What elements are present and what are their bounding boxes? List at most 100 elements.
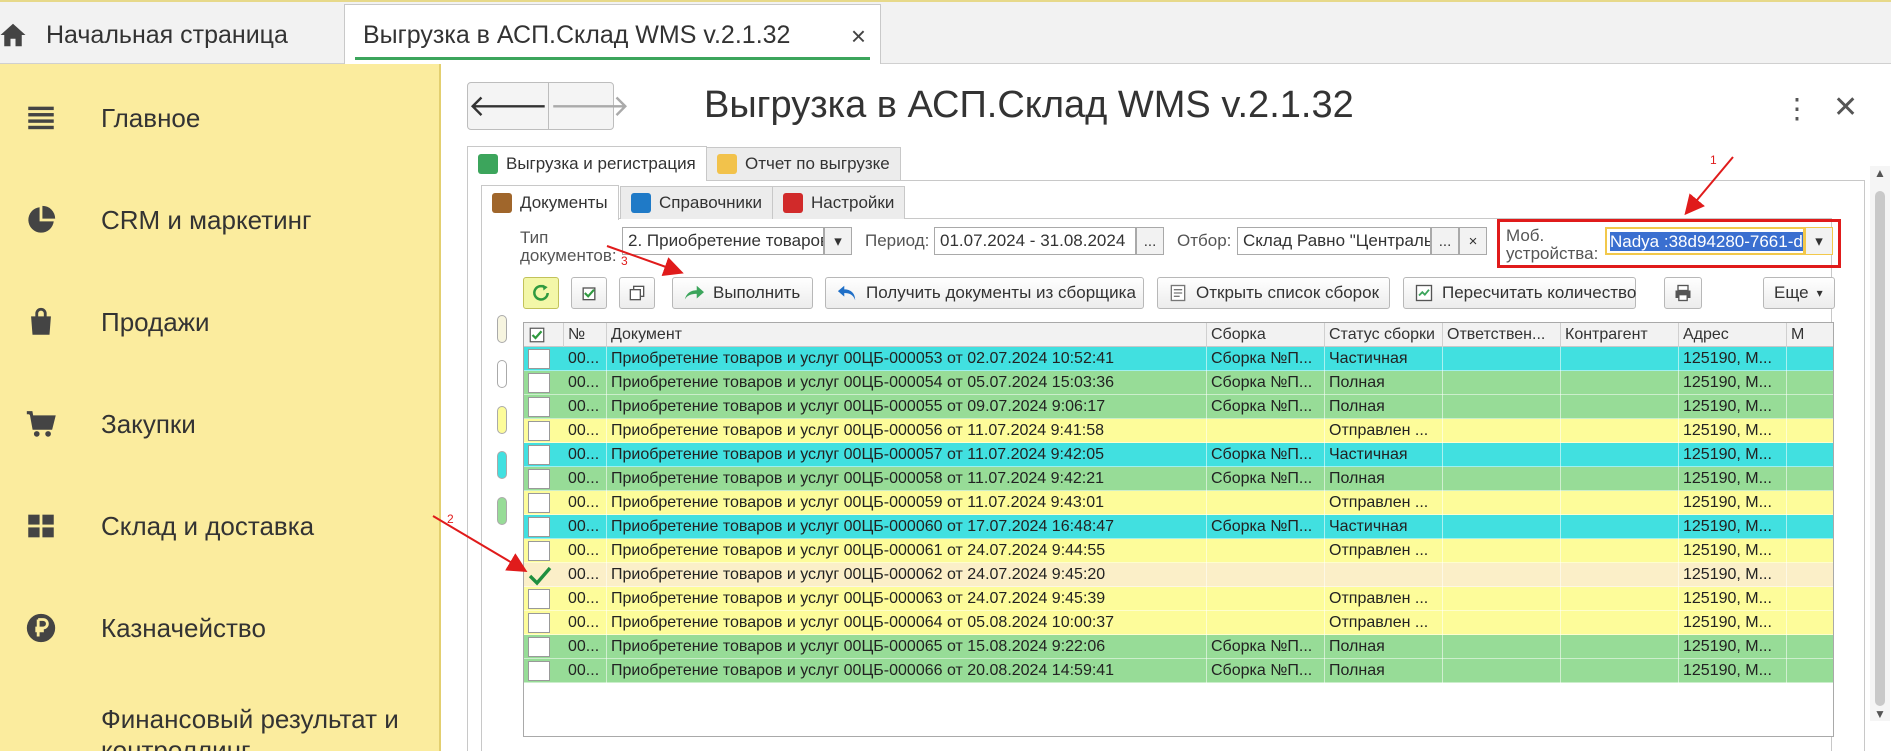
- tab-references[interactable]: Справочники: [620, 186, 773, 219]
- more-menu-icon[interactable]: ⋮: [1783, 92, 1811, 125]
- table-row[interactable]: 00... Приобретение товаров и услуг 00ЦБ-0…: [524, 443, 1833, 467]
- header-counterparty[interactable]: Контрагент: [1561, 323, 1679, 347]
- open-assembly-list-button[interactable]: Открыть список сборок: [1157, 277, 1390, 309]
- recalculate-button[interactable]: Пересчитать количество: [1403, 277, 1636, 309]
- sidebar-item-sales[interactable]: Продажи: [0, 292, 439, 352]
- tab-documents[interactable]: Документы: [481, 185, 619, 220]
- row-checkbox[interactable]: [528, 541, 550, 561]
- print-button[interactable]: [1664, 277, 1702, 309]
- cell-doc: Приобретение товаров и услуг 00ЦБ-000066…: [607, 659, 1207, 683]
- tab-home[interactable]: Начальная страница: [0, 4, 344, 66]
- doc-type-label: Тип документов:: [520, 228, 617, 265]
- cell-num: 00...: [564, 635, 607, 659]
- period-select-button[interactable]: ...: [1136, 227, 1164, 255]
- row-checkbox[interactable]: [528, 397, 550, 417]
- table-row[interactable]: 00... Приобретение товаров и услуг 00ЦБ-0…: [524, 635, 1833, 659]
- table-row[interactable]: 00... Приобретение товаров и услуг 00ЦБ-0…: [524, 395, 1833, 419]
- window-title: Выгрузка в АСП.Склад WMS v.2.1.32: [704, 84, 1354, 126]
- check-all-button[interactable]: [571, 277, 607, 309]
- selection-value: Склад Равно "Центральный": [1243, 231, 1431, 250]
- table-row[interactable]: 00... Приобретение товаров и услуг 00ЦБ-0…: [524, 539, 1833, 563]
- get-documents-button[interactable]: Получить документы из сборщика: [825, 277, 1144, 309]
- row-checkbox[interactable]: [528, 517, 550, 537]
- row-checkbox[interactable]: [528, 613, 550, 633]
- close-window-icon[interactable]: ✕: [1833, 90, 1858, 125]
- sidebar-item-crm[interactable]: CRM и маркетинг: [0, 190, 439, 250]
- header-assembly-status[interactable]: Статус сборки: [1325, 323, 1443, 347]
- row-checkbox[interactable]: [528, 589, 550, 609]
- header-document[interactable]: Документ: [607, 323, 1207, 347]
- tab-export-registration[interactable]: Выгрузка и регистрация: [467, 146, 707, 181]
- refresh-button[interactable]: [523, 277, 559, 309]
- header-checkbox[interactable]: [524, 323, 564, 347]
- table-row[interactable]: 00... Приобретение товаров и услуг 00ЦБ-0…: [524, 347, 1833, 371]
- tab-close-icon[interactable]: ×: [851, 21, 866, 52]
- doc-type-select[interactable]: 2. Приобретение товаров: [622, 227, 824, 255]
- cell-assembly: Сборка №П...: [1207, 467, 1325, 491]
- table-row[interactable]: 00... Приобретение товаров и услуг 00ЦБ-0…: [524, 611, 1833, 635]
- scroll-thumb[interactable]: [1875, 191, 1885, 706]
- header-assembly[interactable]: Сборка: [1207, 323, 1325, 347]
- cell-address: 125190, М...: [1679, 371, 1787, 395]
- table-row[interactable]: 00... Приобретение товаров и услуг 00ЦБ-0…: [524, 371, 1833, 395]
- header-responsible[interactable]: Ответствен...: [1443, 323, 1561, 347]
- ellipsis-icon: ...: [1438, 232, 1452, 250]
- cell-status: Частичная: [1325, 515, 1443, 539]
- table-row[interactable]: 00... Приобретение товаров и услуг 00ЦБ-0…: [524, 467, 1833, 491]
- cell-responsible: [1443, 659, 1561, 683]
- doc-type-dropdown[interactable]: ▾: [824, 227, 852, 255]
- arrow-right-icon: 🡒: [549, 90, 630, 123]
- device-dropdown[interactable]: ▾: [1805, 227, 1833, 255]
- row-checkbox[interactable]: [528, 637, 550, 657]
- row-checkbox[interactable]: [528, 565, 552, 586]
- device-input[interactable]: Nadya :38d94280-7661-d8: [1605, 227, 1805, 255]
- printer-icon: [1675, 284, 1691, 302]
- sidebar-item-purchases[interactable]: Закупки: [0, 394, 439, 454]
- header-number[interactable]: №: [564, 323, 607, 347]
- row-checkbox[interactable]: [528, 349, 550, 369]
- tab-settings[interactable]: Настройки: [772, 186, 906, 219]
- row-checkbox[interactable]: [528, 493, 550, 513]
- cell-num: 00...: [564, 467, 607, 491]
- selection-input[interactable]: Склад Равно "Центральный": [1237, 227, 1431, 255]
- execute-button[interactable]: Выполнить: [672, 277, 813, 309]
- shopping-bag-icon: [31, 307, 51, 335]
- sidebar-item-main[interactable]: Главное: [0, 88, 439, 148]
- table-row[interactable]: 00... Приобретение товаров и услуг 00ЦБ-0…: [524, 659, 1833, 683]
- table-row[interactable]: 00... Приобретение товаров и услуг 00ЦБ-0…: [524, 491, 1833, 515]
- forward-button[interactable]: 🡒: [548, 83, 630, 129]
- row-checkbox[interactable]: [528, 469, 550, 489]
- period-input[interactable]: 01.07.2024 - 31.08.2024: [934, 227, 1136, 255]
- row-checkbox[interactable]: [528, 373, 550, 393]
- row-checkbox[interactable]: [528, 661, 550, 681]
- scroll-up-icon[interactable]: ▲: [1874, 166, 1886, 180]
- sidebar-item-warehouse[interactable]: Склад и доставка: [0, 496, 439, 556]
- header-address[interactable]: Адрес: [1679, 323, 1787, 347]
- table-row[interactable]: 00... Приобретение товаров и услуг 00ЦБ-0…: [524, 419, 1833, 443]
- cell-m: [1787, 587, 1833, 611]
- cell-m: [1787, 371, 1833, 395]
- cell-counterparty: [1561, 371, 1679, 395]
- cell-address: 125190, М...: [1679, 467, 1787, 491]
- uncheck-all-button[interactable]: [619, 277, 655, 309]
- tab-export-report[interactable]: Отчет по выгрузке: [706, 147, 901, 180]
- scroll-down-icon[interactable]: ▼: [1874, 707, 1886, 721]
- sidebar-item-treasury[interactable]: Казначейство: [0, 598, 439, 658]
- selection-clear-button[interactable]: ×: [1459, 227, 1487, 255]
- selection-select-button[interactable]: ...: [1431, 227, 1459, 255]
- vertical-scrollbar[interactable]: ▲ ▼: [1870, 166, 1890, 721]
- cell-num: 00...: [564, 419, 607, 443]
- table-row[interactable]: 00... Приобретение товаров и услуг 00ЦБ-0…: [524, 515, 1833, 539]
- sidebar-item-finance[interactable]: Финансовый результат и контроллинг: [0, 698, 439, 751]
- row-checkbox[interactable]: [528, 445, 550, 465]
- row-checkbox[interactable]: [528, 421, 550, 441]
- cell-doc: Приобретение товаров и услуг 00ЦБ-000064…: [607, 611, 1207, 635]
- table-row[interactable]: 00... Приобретение товаров и услуг 00ЦБ-0…: [524, 563, 1833, 587]
- table-row[interactable]: 00... Приобретение товаров и услуг 00ЦБ-0…: [524, 587, 1833, 611]
- cell-status: Частичная: [1325, 347, 1443, 371]
- more-actions-button[interactable]: Еще ▾: [1763, 277, 1835, 309]
- tab-export-wms[interactable]: Выгрузка в АСП.Склад WMS v.2.1.32 ×: [344, 4, 881, 66]
- back-button[interactable]: 🡐: [468, 83, 548, 129]
- header-m[interactable]: М: [1787, 323, 1833, 347]
- get-documents-label: Получить документы из сборщика: [866, 283, 1136, 302]
